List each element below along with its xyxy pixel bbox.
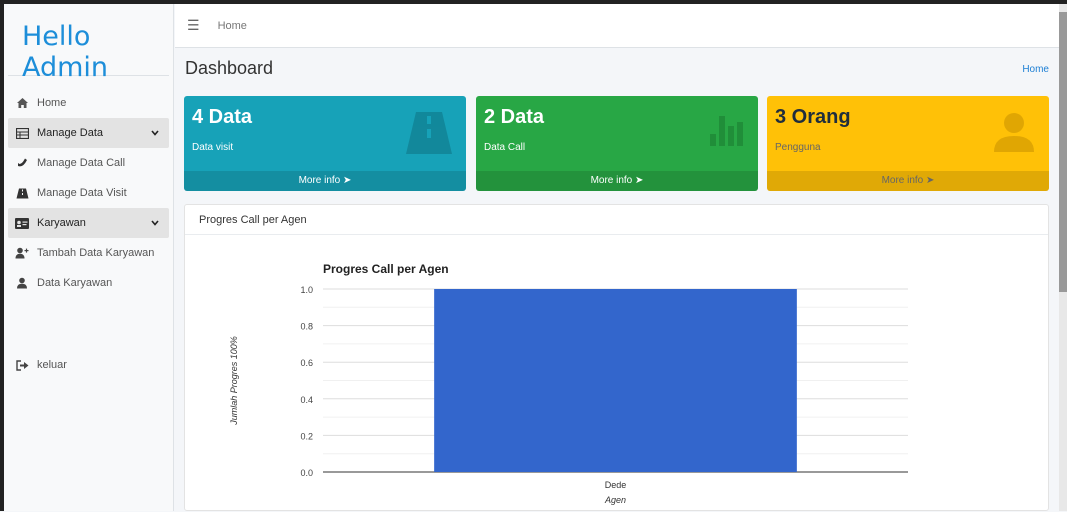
phone-icon <box>15 157 29 169</box>
sidebar-item-label: Manage Data Call <box>37 157 126 169</box>
card-title: Progres Call per Agen <box>185 205 1048 235</box>
sidebar-item-label: Data Karyawan <box>37 277 113 289</box>
user-icon <box>15 277 29 289</box>
sidebar: Hello Admin Home Manage Data Manage Data… <box>4 4 174 511</box>
info-box-call: 2 Data Data Call More info ➤ <box>476 96 758 191</box>
brand-title[interactable]: Hello Admin <box>8 4 169 83</box>
more-info-link[interactable]: More info ➤ <box>767 171 1049 191</box>
sidebar-item-label: Home <box>37 97 67 109</box>
sidebar-item-manage-data-visit[interactable]: Manage Data Visit <box>4 178 173 208</box>
arrow-circle-right-icon: ➤ <box>635 175 644 186</box>
arrow-circle-right-icon: ➤ <box>343 175 352 186</box>
sidebar-nav: Home Manage Data Manage Data Call Manage… <box>4 76 173 380</box>
chart-card: Progres Call per Agen Progres Call per A… <box>184 204 1049 511</box>
box-value: 3 Orang <box>775 106 851 128</box>
user-icon <box>993 112 1035 157</box>
sidebar-item-home[interactable]: Home <box>4 88 173 118</box>
sidebar-item-label: keluar <box>37 359 67 371</box>
breadcrumb-home[interactable]: Home <box>1022 64 1049 75</box>
chevron-down-icon <box>151 127 159 139</box>
x-tick-label: Dede <box>605 480 627 490</box>
home-icon <box>15 97 29 109</box>
info-box-pengguna: 3 Orang Pengguna More info ➤ <box>767 96 1049 191</box>
sidebar-item-manage-data[interactable]: Manage Data <box>8 118 169 148</box>
page-title: Dashboard <box>185 58 274 78</box>
x-axis-label: Agen <box>604 495 626 505</box>
id-card-icon <box>15 217 29 229</box>
more-info-label: More info <box>590 175 633 186</box>
y-tick-label: 0.0 <box>300 468 313 478</box>
sidebar-item-manage-data-call[interactable]: Manage Data Call <box>4 148 173 178</box>
sidebar-item-keluar[interactable]: keluar <box>4 350 173 380</box>
box-label: Data Call <box>484 142 526 153</box>
box-label: Pengguna <box>775 142 821 153</box>
chart-title: Progres Call per Agen <box>323 262 449 276</box>
sidebar-item-label: Karyawan <box>37 217 86 229</box>
sidebar-item-label: Tambah Data Karyawan <box>37 247 155 259</box>
sidebar-item-label: Manage Data <box>37 127 104 139</box>
sidebar-item-karyawan[interactable]: Karyawan <box>8 208 169 238</box>
box-label: Data visit <box>192 142 234 153</box>
more-info-label: More info <box>881 175 924 186</box>
y-axis-label: Jumlah Progres 100% <box>229 336 239 426</box>
info-box-visit: 4 Data Data visit More info ➤ <box>184 96 466 191</box>
scrollbar-thumb[interactable] <box>1059 12 1067 292</box>
bar-chart: Progres Call per Agen 0.0 0.2 0.4 0.6 0.8 1.0 D… <box>229 262 908 505</box>
arrow-circle-right-icon: ➤ <box>926 175 935 186</box>
scrollbar[interactable] <box>1059 4 1067 511</box>
sidebar-item-label: Manage Data Visit <box>37 187 127 199</box>
table-icon <box>15 127 29 139</box>
y-tick-label: 0.2 <box>300 431 313 441</box>
sign-out-icon <box>15 359 29 371</box>
chevron-down-icon <box>151 217 159 229</box>
y-tick-label: 0.4 <box>300 395 313 405</box>
more-info-label: More info <box>298 175 341 186</box>
more-info-link[interactable]: More info ➤ <box>476 171 758 191</box>
sidebar-item-data-karyawan[interactable]: Data Karyawan <box>4 268 173 298</box>
y-tick-label: 1.0 <box>300 285 313 295</box>
road-icon <box>406 112 452 159</box>
user-plus-icon <box>15 247 29 259</box>
bar-chart-icon <box>710 116 744 151</box>
road-icon <box>15 187 29 199</box>
content-header: Dashboard Home <box>185 58 1051 86</box>
hamburger-icon[interactable]: ☰ <box>187 17 200 34</box>
more-info-link[interactable]: More info ➤ <box>184 171 466 191</box>
box-value: 2 Data <box>484 106 545 128</box>
sidebar-item-tambah-data-karyawan[interactable]: Tambah Data Karyawan <box>4 238 173 268</box>
y-tick-label: 0.8 <box>300 322 313 332</box>
top-nav-home-link[interactable]: Home <box>218 20 247 32</box>
box-value: 4 Data <box>192 106 253 128</box>
top-navbar: ☰ Home <box>175 4 1059 48</box>
y-tick-label: 0.6 <box>300 358 313 368</box>
bar-dede <box>434 289 797 472</box>
